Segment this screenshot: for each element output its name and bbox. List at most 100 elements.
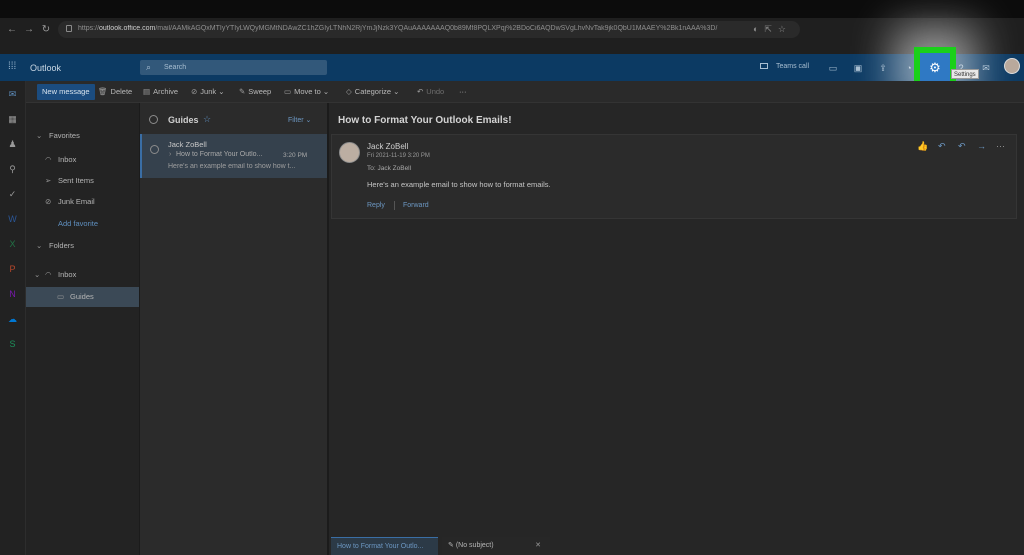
close-icon[interactable]: ✕	[535, 537, 541, 554]
office-icon[interactable]: ▣	[852, 62, 864, 74]
folders-header[interactable]: ⌄ Folders	[26, 237, 139, 255]
email-sender[interactable]: Jack ZoBell	[367, 142, 408, 151]
broom-icon: ✎	[239, 87, 246, 96]
folder-move-icon: ▭	[284, 87, 292, 96]
reply-all-icon[interactable]: ↶	[958, 141, 966, 152]
folder-icon: ▭	[57, 292, 65, 301]
back-arrow-icon[interactable]: ←	[6, 24, 18, 36]
app-name[interactable]: Outlook	[30, 63, 61, 73]
archive-icon: ▤	[143, 87, 151, 96]
folder-title: Guides	[168, 115, 199, 125]
inbox-folder-label: Inbox	[58, 270, 77, 279]
video-camera-icon	[760, 63, 768, 69]
word-icon[interactable]: W	[7, 214, 18, 225]
meet-now-icon[interactable]: ▭	[827, 62, 839, 74]
people-icon[interactable]: ♟	[7, 139, 18, 150]
folder-guides[interactable]: ▭ Guides	[26, 287, 139, 307]
filter-button[interactable]: Filter ⌄	[288, 116, 311, 124]
address-bar[interactable]: https://outlook.office.com/mail/AAMkAGQx…	[58, 21, 800, 38]
undo-button[interactable]: ↶ Undo	[417, 87, 444, 96]
block-icon: ⊘	[191, 87, 198, 96]
tab-no-subject[interactable]: ✎ (No subject) ✕	[442, 537, 550, 555]
email-date: Fri 2021-11-19 3:20 PM	[367, 153, 430, 159]
sent-items-label: Sent Items	[58, 176, 94, 185]
teams-call-button[interactable]: Teams call	[760, 63, 809, 70]
tab-email-draft[interactable]: How to Format Your Outlo...	[331, 537, 438, 555]
favorite-junk-email[interactable]: ⊘ Junk Email	[26, 193, 139, 211]
calendar-icon[interactable]: ▦	[7, 114, 18, 125]
onedrive-icon[interactable]: ☁	[7, 314, 18, 325]
teams-call-label: Teams call	[776, 63, 810, 70]
chevron-down-icon: ⌄	[34, 270, 41, 279]
sharepoint-icon[interactable]: S	[7, 339, 18, 350]
guides-label: Guides	[70, 292, 94, 301]
search-input[interactable]: ⌕ Search	[140, 60, 327, 75]
chevron-right-icon[interactable]: ›	[169, 151, 171, 158]
folder-inbox[interactable]: ⌄ ◠ Inbox	[26, 266, 139, 284]
settings-gear-icon[interactable]: ⚙	[920, 53, 950, 82]
favorite-inbox-label: Inbox	[58, 155, 77, 164]
my-day-icon[interactable]: ⇪	[877, 62, 889, 74]
categorize-label: Categorize	[354, 87, 392, 96]
attach-icon[interactable]: ⚲	[7, 164, 18, 175]
more-options-icon[interactable]: ···	[996, 141, 1005, 151]
filter-label: Filter	[288, 117, 304, 124]
send-icon: ➢	[45, 176, 52, 185]
excel-icon[interactable]: X	[7, 239, 18, 250]
url-text: https://outlook.office.com/mail/AAMkAGQx…	[78, 25, 718, 32]
move-to-label: Move to	[294, 87, 321, 96]
categorize-button[interactable]: ◇ Categorize ⌄	[346, 87, 399, 96]
browser-toolbar: ← → ↻ https://outlook.office.com/mail/AA…	[0, 18, 1024, 54]
reload-icon[interactable]: ↻	[40, 24, 52, 36]
folders-label: Folders	[49, 241, 75, 250]
onenote-icon[interactable]: N	[7, 289, 18, 300]
more-actions-button[interactable]: ···	[459, 87, 467, 96]
add-favorite-label: Add favorite	[58, 219, 99, 228]
forward-link[interactable]: Forward	[403, 202, 429, 209]
trash-icon: 🗑	[98, 87, 108, 96]
move-to-button[interactable]: ▭ Move to ⌄	[284, 87, 329, 96]
forward-icon[interactable]: →	[977, 141, 986, 151]
folder-pane: ⌄ Favorites ◠ Inbox ➢ Sent Items ⊘ Junk …	[26, 103, 139, 555]
favorites-label: Favorites	[49, 131, 80, 140]
reply-link[interactable]: Reply	[367, 202, 385, 209]
favorite-inbox[interactable]: ◠ Inbox	[26, 151, 139, 169]
chevron-down-icon: ⌄	[36, 241, 43, 250]
list-item[interactable]: Jack ZoBell › How to Format Your Outlo..…	[140, 134, 327, 178]
lock-icon	[66, 25, 72, 32]
like-icon[interactable]: 👍	[917, 141, 928, 152]
app-rail: ✉ ▦ ♟ ⚲ ✓ W X P N ☁ S	[0, 81, 26, 555]
delete-button[interactable]: 🗑 Delete	[98, 87, 132, 96]
email-body: Here's an example email to show how to f…	[367, 180, 551, 189]
archive-button[interactable]: ▤ Archive	[143, 87, 178, 96]
app-launcher-icon[interactable]: ⁞⁞⁞	[8, 62, 18, 72]
favorite-sent-items[interactable]: ➢ Sent Items	[26, 172, 139, 190]
mail-icon[interactable]: ✉	[7, 89, 18, 100]
select-message-radio[interactable]	[150, 145, 159, 154]
search-icon: ⌕	[146, 62, 152, 72]
powerpoint-icon[interactable]: P	[7, 264, 18, 275]
message-subject: How to Format Your Outlo...	[176, 151, 263, 158]
address-bar-icons[interactable]: ◐⇱☆	[753, 24, 792, 35]
undo-label: Undo	[426, 87, 445, 96]
select-all-checkbox[interactable]	[149, 115, 158, 124]
sweep-button[interactable]: ✎ Sweep	[239, 87, 271, 96]
email-recipients: To: Jack ZoBell	[367, 165, 412, 172]
feedback-icon[interactable]: ✉	[980, 62, 992, 74]
star-icon[interactable]: ☆	[203, 114, 211, 125]
sender-avatar[interactable]	[339, 142, 360, 163]
junk-button[interactable]: ⊘ Junk ⌄	[191, 87, 225, 96]
favorites-header[interactable]: ⌄ Favorites	[26, 127, 139, 145]
reply-icon[interactable]: ↶	[938, 141, 946, 152]
inbox-icon: ◠	[45, 270, 52, 279]
delete-label: Delete	[110, 87, 133, 96]
forward-arrow-icon[interactable]: →	[23, 24, 35, 36]
new-message-button[interactable]: New message	[37, 84, 95, 100]
undo-icon: ↶	[417, 87, 424, 96]
todo-icon[interactable]: ✓	[7, 189, 18, 200]
add-favorite-link[interactable]: Add favorite	[26, 215, 139, 233]
email-subject: How to Format Your Outlook Emails!	[338, 115, 512, 126]
account-avatar[interactable]	[1004, 58, 1020, 74]
message-preview: Here's an example email to show how t...	[168, 163, 296, 170]
inbox-icon: ◠	[45, 155, 52, 164]
